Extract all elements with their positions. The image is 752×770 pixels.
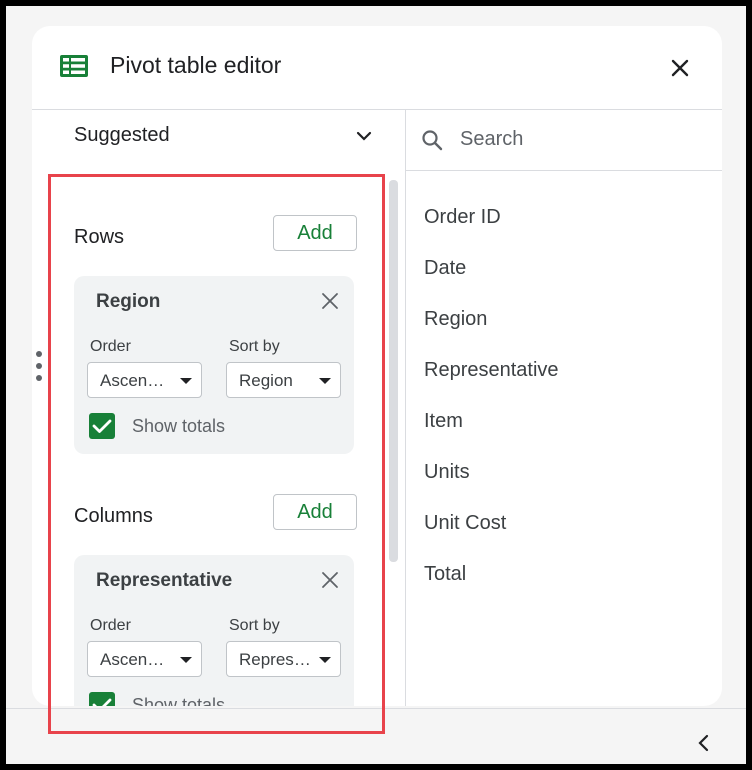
order-label: Order [90, 617, 131, 634]
search-icon [420, 128, 444, 157]
chevron-down-icon [355, 129, 373, 147]
field-search [406, 110, 722, 171]
checkmark-icon [92, 419, 112, 433]
columns-representative-card: Representative Order Sort by Ascending R… [74, 555, 354, 706]
pivot-editor-panel: Pivot table editor Suggested Rows Add Re… [32, 26, 722, 706]
field-list-item[interactable]: Total [424, 563, 466, 586]
order-select[interactable]: Ascending [87, 362, 202, 398]
field-list-item[interactable]: Unit Cost [424, 512, 506, 535]
sheets-icon [60, 55, 88, 82]
checkmark-icon [92, 698, 112, 706]
field-list-item[interactable]: Region [424, 308, 487, 331]
drag-handle-icon[interactable] [35, 351, 43, 385]
close-icon[interactable] [320, 291, 340, 311]
bottom-bar [6, 708, 746, 764]
order-select-value: Ascending [100, 650, 172, 669]
sort-by-label: Sort by [229, 338, 280, 355]
search-input[interactable] [460, 124, 700, 154]
rows-add-button[interactable]: Add [273, 215, 357, 251]
sort-by-select[interactable]: Region [226, 362, 341, 398]
field-list-item[interactable]: Date [424, 257, 466, 280]
field-list-item[interactable]: Item [424, 410, 463, 433]
show-totals-checkbox[interactable] [89, 413, 115, 439]
sort-by-select-value: Region [239, 371, 293, 390]
close-icon[interactable] [668, 56, 692, 80]
panel-title: Pivot table editor [110, 52, 282, 78]
show-totals-label: Show totals [132, 695, 226, 706]
sort-by-label: Sort by [229, 617, 280, 634]
panel-header: Pivot table editor [32, 26, 722, 110]
fields-column: Order ID Date Region Representative Item Unit… [406, 110, 722, 706]
dropdown-arrow-icon [319, 657, 331, 663]
order-select[interactable]: Ascending [87, 641, 202, 677]
dropdown-arrow-icon [319, 378, 331, 384]
dropdown-arrow-icon [180, 657, 192, 663]
field-list-item[interactable]: Representative [424, 359, 559, 382]
field-list-item[interactable]: Order ID [424, 206, 501, 229]
field-list-item[interactable]: Units [424, 461, 470, 484]
show-totals-label: Show totals [132, 416, 226, 436]
rows-region-card: Region Order Sort by Ascending Region Sh… [74, 276, 354, 454]
dropdown-arrow-icon [180, 378, 192, 384]
suggested-label: Suggested [74, 124, 170, 146]
sort-by-select-value: Representative [239, 650, 311, 669]
rows-label: Rows [74, 226, 125, 248]
show-totals-checkbox[interactable] [89, 692, 115, 706]
card-title: Representative [96, 570, 233, 591]
sort-by-select[interactable]: Representative [226, 641, 341, 677]
columns-label: Columns [74, 505, 153, 527]
card-title: Region [96, 291, 161, 312]
chevron-left-icon[interactable] [696, 733, 712, 753]
scrollbar[interactable] [389, 180, 398, 562]
order-select-value: Ascending [100, 371, 172, 390]
order-label: Order [90, 338, 131, 355]
columns-add-button[interactable]: Add [273, 494, 357, 530]
pivot-settings-column: Suggested Rows Add Region Order Sort by … [32, 110, 405, 706]
suggested-dropdown[interactable]: Suggested [74, 124, 374, 154]
close-icon[interactable] [320, 570, 340, 590]
